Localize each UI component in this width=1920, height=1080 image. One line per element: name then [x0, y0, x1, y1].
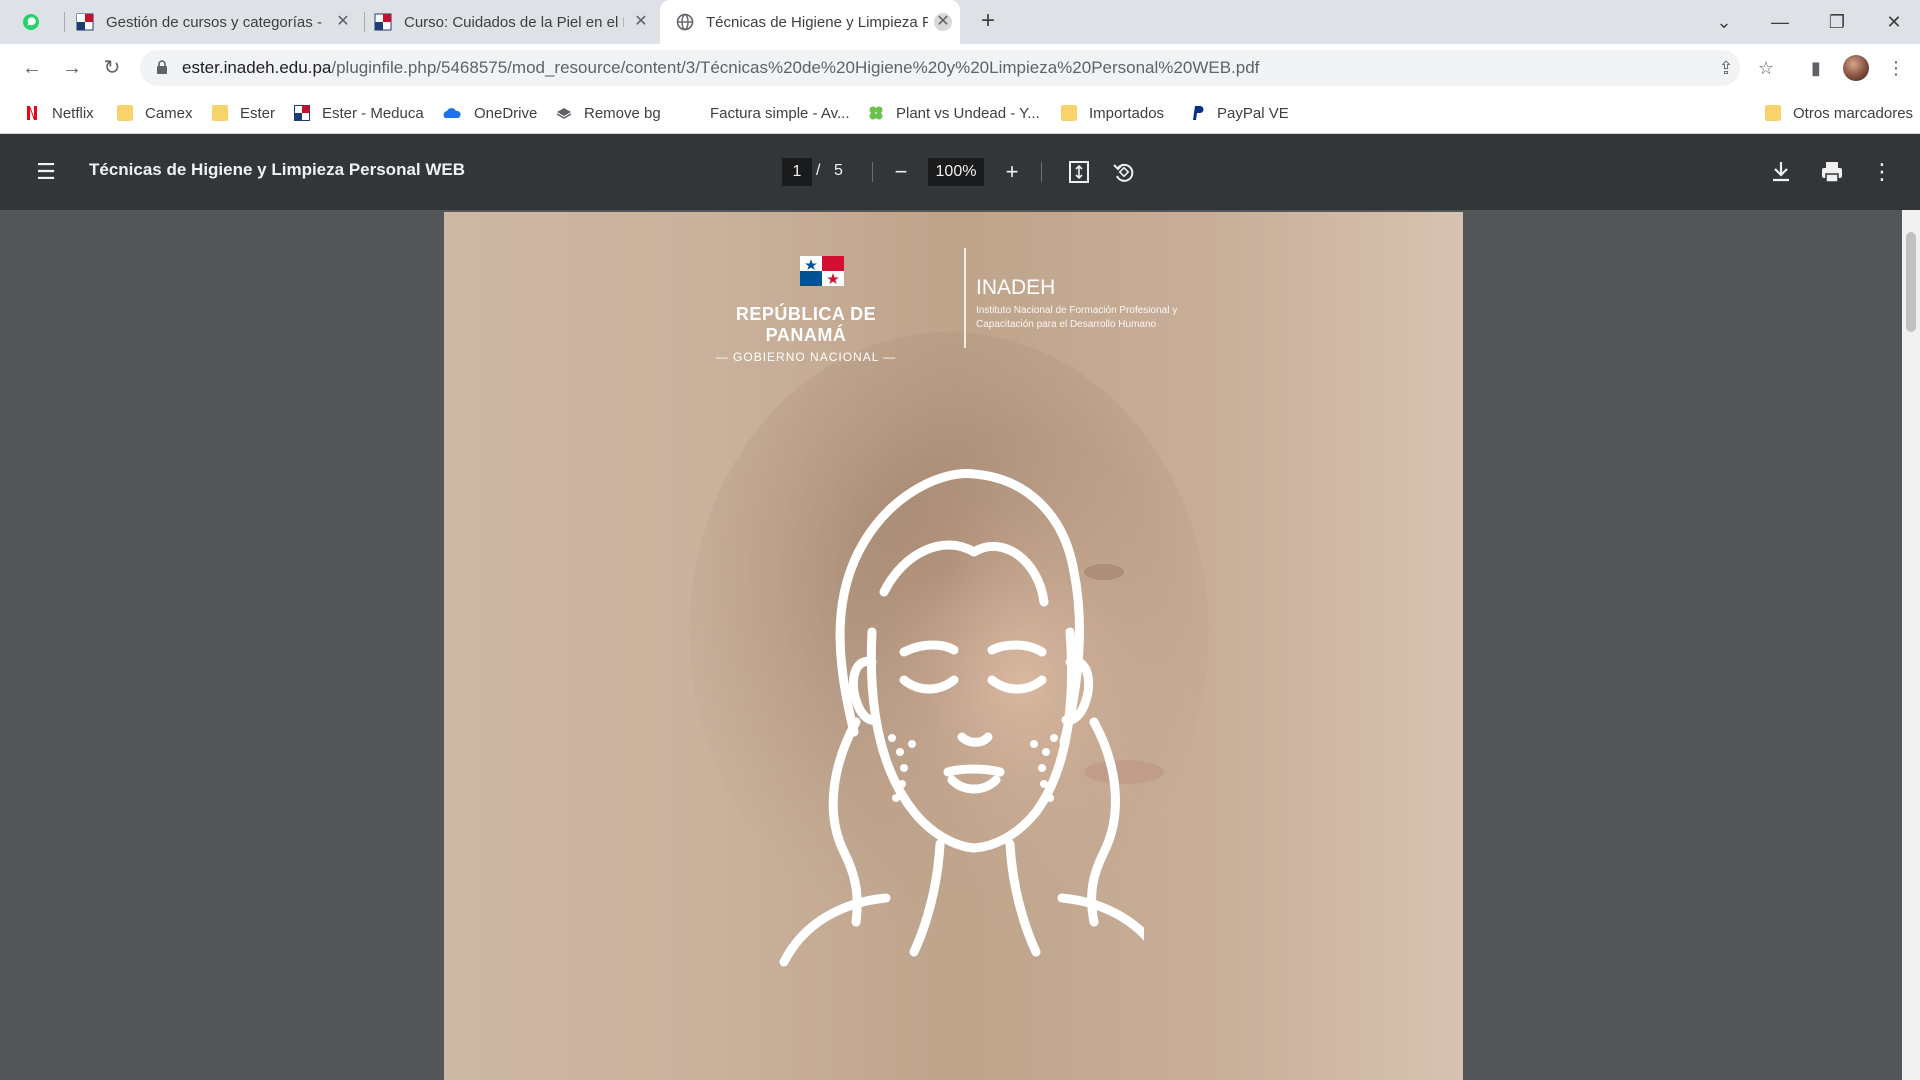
gobierno-logo-text: REPÚBLICA DE PANAMÁ — GOBIERNO NACIONAL …	[711, 304, 901, 364]
bookmark-label: Plant vs Undead - Y...	[896, 104, 1040, 122]
bookmark-netflix[interactable]: Netflix	[24, 102, 94, 124]
avatar[interactable]	[1843, 55, 1869, 81]
bookmark-plant-vs-undead[interactable]: Plant vs Undead - Y...	[868, 102, 1040, 124]
close-icon[interactable]: ✕	[632, 13, 650, 31]
page-separator: /	[816, 162, 821, 179]
minimize-button[interactable]: —	[1766, 8, 1794, 36]
browser-toolbar: ← → ↻ ester.inadeh.edu.pa/pluginfile.php…	[0, 44, 1920, 92]
tab-curso-cuidados[interactable]: Curso: Cuidados de la Piel en el F ✕	[374, 0, 658, 44]
pdf-toolbar: ☰ Técnicas de Higiene y Limpieza Persona…	[0, 134, 1920, 210]
bookmark-star-icon[interactable]: ☆	[1752, 54, 1780, 82]
zoom-input[interactable]: 100%	[928, 158, 984, 186]
tab-search-icon[interactable]: ⌄	[1710, 8, 1738, 36]
folder-icon	[1765, 105, 1781, 121]
bookmark-ester-meduca[interactable]: Ester - Meduca	[294, 102, 424, 124]
removebg-icon	[556, 108, 572, 119]
share-icon[interactable]: ⇪	[1714, 56, 1738, 80]
reload-button[interactable]: ↻	[98, 54, 126, 82]
side-panel-icon[interactable]: ▮	[1802, 54, 1830, 82]
url-text: ester.inadeh.edu.pa/pluginfile.php/54685…	[182, 58, 1259, 78]
zoom-out-button[interactable]: −	[887, 158, 915, 186]
inadeh-favicon-icon	[76, 13, 94, 31]
globe-icon	[676, 13, 694, 31]
bookmark-label: Remove bg	[584, 104, 661, 122]
close-icon[interactable]: ✕	[934, 13, 952, 31]
tab-strip: Gestión de cursos y categorías - ✕ Curso…	[0, 0, 1920, 44]
bookmark-label: Ester - Meduca	[322, 104, 424, 122]
pdf-title: Técnicas de Higiene y Limpieza Personal …	[89, 160, 466, 179]
menu-kebab-icon[interactable]: ⋮	[1882, 54, 1910, 82]
bookmark-onedrive[interactable]: OneDrive	[442, 102, 537, 124]
gov-subtitle: — GOBIERNO NACIONAL —	[715, 350, 897, 364]
clover-icon	[869, 106, 883, 120]
print-icon[interactable]	[1818, 158, 1846, 186]
whatsapp-icon	[23, 14, 39, 30]
bookmark-label: Importados	[1089, 104, 1165, 122]
bookmark-importados[interactable]: Importados	[1061, 102, 1164, 124]
viewer-scrollbar[interactable]	[1902, 210, 1920, 1080]
bookmark-label: Camex	[145, 104, 193, 122]
bookmark-ester[interactable]: Ester	[212, 102, 275, 124]
bookmark-otros-marcadores[interactable]: Otros marcadores	[1765, 102, 1913, 124]
rotate-icon[interactable]	[1110, 158, 1138, 186]
tab-gestion-cursos[interactable]: Gestión de cursos y categorías - ✕	[76, 0, 360, 44]
bookmark-label: Factura simple - Av...	[710, 104, 850, 122]
zoom-in-button[interactable]: +	[998, 158, 1026, 186]
inst-title: INADEH	[976, 276, 1056, 299]
close-window-button[interactable]: ✕	[1880, 8, 1908, 36]
sidebar-menu-icon[interactable]: ☰	[32, 158, 60, 186]
tab-label: Curso: Cuidados de la Piel en el F	[404, 13, 624, 31]
bookmark-remove-bg[interactable]: Remove bg	[556, 102, 661, 124]
new-tab-button[interactable]: +	[976, 9, 1000, 34]
netflix-icon	[27, 106, 37, 120]
bookmark-factura-simple[interactable]: Factura simple - Av...	[682, 102, 850, 124]
back-button[interactable]: ←	[18, 54, 46, 82]
bookmark-paypal[interactable]: PayPal VE	[1189, 102, 1289, 124]
folder-icon	[1061, 105, 1077, 121]
pdf-page: REPÚBLICA DE PANAMÁ — GOBIERNO NACIONAL …	[444, 212, 1463, 1080]
bookmark-label: OneDrive	[474, 104, 538, 122]
inadeh-favicon-icon	[374, 13, 392, 31]
panama-flag-icon	[800, 256, 844, 286]
url-path: /pluginfile.php/5468575/mod_resource/con…	[331, 58, 1260, 77]
tab-label: Técnicas de Higiene y Limpieza P	[706, 13, 928, 31]
bookmark-label: Netflix	[52, 104, 94, 122]
bookmark-label: PayPal VE	[1217, 104, 1289, 122]
download-icon[interactable]	[1767, 158, 1795, 186]
scrollbar-thumb[interactable]	[1906, 232, 1916, 332]
fit-page-icon[interactable]	[1065, 158, 1093, 186]
logo-divider	[964, 248, 966, 348]
page-number-input[interactable]: 1	[782, 158, 812, 186]
folder-icon	[117, 105, 133, 121]
bookmark-label: Otros marcadores	[1793, 104, 1914, 122]
face-care-icon	[779, 469, 1144, 967]
close-icon[interactable]: ✕	[334, 13, 352, 31]
address-bar[interactable]: ester.inadeh.edu.pa/pluginfile.php/54685…	[140, 50, 1740, 86]
forward-button[interactable]: →	[58, 54, 86, 82]
page-total: 5	[834, 162, 843, 179]
tab-whatsapp[interactable]	[22, 0, 58, 44]
inst-subtitle: Instituto Nacional de Formación Profesio…	[976, 305, 1178, 330]
url-domain: ester.inadeh.edu.pa	[182, 58, 332, 77]
inadeh-logo-text: INADEH Instituto Nacional de Formación P…	[976, 276, 1216, 332]
tab-label: Gestión de cursos y categorías -	[106, 13, 322, 31]
paypal-icon	[1193, 106, 1204, 120]
folder-icon	[212, 105, 228, 121]
gov-title: REPÚBLICA DE PANAMÁ	[735, 304, 877, 345]
restore-button[interactable]: ❐	[1823, 8, 1851, 36]
tab-tecnicas-higiene[interactable]: Técnicas de Higiene y Limpieza P ✕	[660, 0, 960, 44]
more-actions-icon[interactable]: ⋮	[1868, 158, 1896, 186]
bookmark-label: Ester	[240, 104, 276, 122]
bookmarks-bar: Netflix Camex Ester Ester - Meduca OneDr…	[0, 92, 1920, 134]
inadeh-favicon-icon	[294, 105, 310, 121]
pdf-viewer[interactable]: REPÚBLICA DE PANAMÁ — GOBIERNO NACIONAL …	[0, 210, 1920, 1080]
onedrive-icon	[443, 108, 461, 118]
lock-icon	[157, 60, 167, 74]
blank-page-icon	[682, 105, 698, 121]
bookmark-camex[interactable]: Camex	[117, 102, 193, 124]
